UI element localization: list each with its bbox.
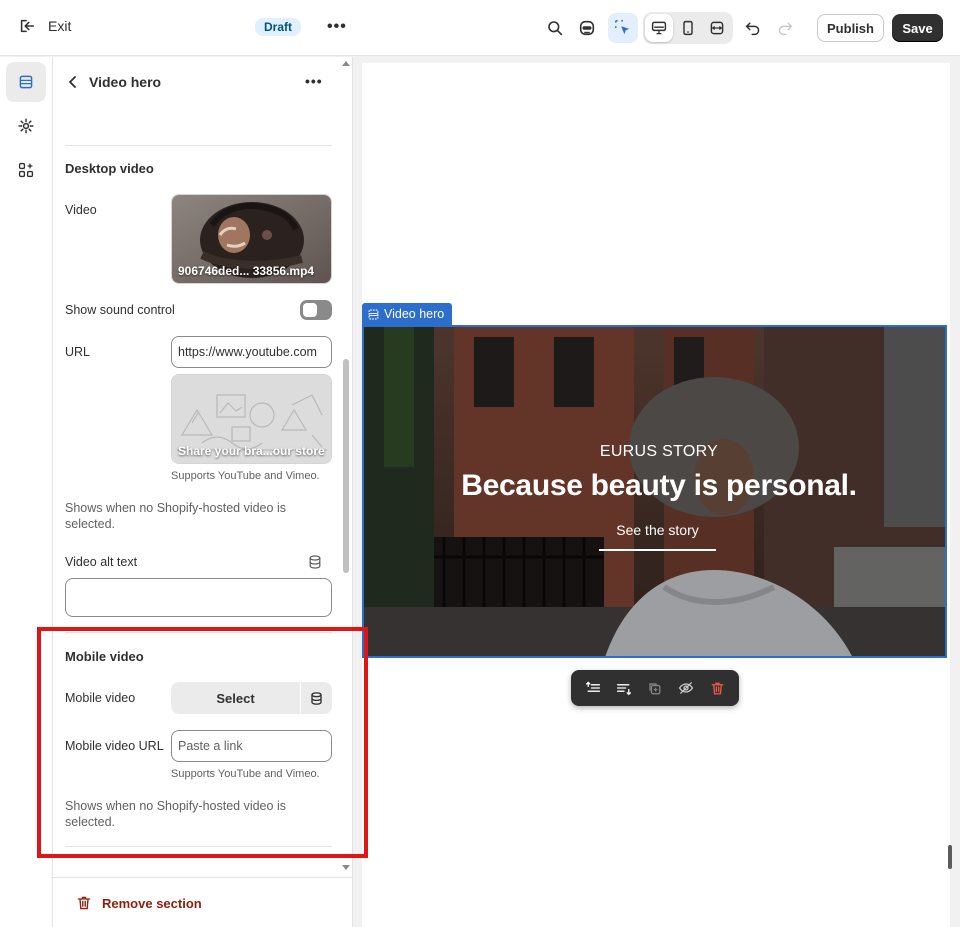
url-preview-caption: Share your bra...our store xyxy=(178,444,325,458)
top-bar: Exit Draft ••• Publish Save xyxy=(0,0,960,56)
eye-off-icon xyxy=(679,681,694,695)
save-button[interactable]: Save xyxy=(892,14,943,42)
move-down-icon xyxy=(616,684,631,696)
move-down-button[interactable] xyxy=(612,676,636,700)
fallback-help-text: Shows when no Shopify-hosted video is se… xyxy=(65,501,286,531)
exit-icon xyxy=(20,19,35,33)
mobile-view-button[interactable] xyxy=(674,14,702,42)
trash-icon xyxy=(711,682,724,694)
mobile-icon xyxy=(683,20,693,36)
mobile-fallback-help-text: Shows when no Shopify-hosted video is se… xyxy=(65,799,286,829)
sound-control-label: Show sound control xyxy=(65,303,175,317)
mobile-dynamic-source-button[interactable] xyxy=(301,682,332,714)
sound-control-toggle[interactable] xyxy=(300,300,332,320)
nav-settings-button[interactable] xyxy=(6,106,46,146)
scroll-thumb[interactable] xyxy=(343,359,349,573)
video-hero-section[interactable]: EURUS STORY Because beauty is personal. … xyxy=(362,325,947,658)
video-filename: 906746ded... 33856.mp4 xyxy=(178,264,315,278)
hero-heading: Because beauty is personal. xyxy=(461,469,857,502)
divider xyxy=(65,632,332,633)
url-label: URL xyxy=(65,345,91,359)
url-video-preview[interactable]: Share your bra...our store xyxy=(171,374,332,464)
redo-button[interactable] xyxy=(771,14,799,42)
divider xyxy=(65,846,332,847)
desktop-view-button[interactable] xyxy=(645,14,673,42)
section-settings-panel: Video hero ••• Desktop video Video 90674… xyxy=(53,57,353,927)
duplicate-icon xyxy=(649,682,661,694)
dynamic-source-icon xyxy=(311,691,322,705)
scroll-up-arrow[interactable] xyxy=(342,61,350,66)
sections-icon xyxy=(19,75,33,89)
hero-link[interactable]: See the story xyxy=(599,522,716,551)
status-badge: Draft xyxy=(255,18,302,36)
apps-icon xyxy=(18,162,34,178)
video-url-input[interactable]: https://www.youtube.com xyxy=(171,336,332,368)
fullwidth-view-button[interactable] xyxy=(703,14,731,42)
toggle-knob xyxy=(303,303,317,317)
panel-more-button[interactable]: ••• xyxy=(305,73,323,89)
left-nav xyxy=(0,57,53,927)
panel-scrollbar[interactable] xyxy=(341,57,352,877)
publish-button[interactable]: Publish xyxy=(817,14,884,42)
remove-section-button[interactable]: Remove section xyxy=(76,895,202,911)
remove-section-label: Remove section xyxy=(102,895,202,911)
hero-subheading: EURUS STORY xyxy=(599,443,719,460)
select-video-button[interactable]: Select xyxy=(171,682,300,714)
mobile-url-placeholder: Paste a link xyxy=(178,739,243,753)
inspector-button[interactable] xyxy=(608,13,638,43)
more-actions-button[interactable]: ••• xyxy=(327,18,347,36)
mobile-url-help-text: Supports YouTube and Vimeo. xyxy=(171,768,320,780)
robot-icon xyxy=(579,20,595,36)
undo-icon xyxy=(745,22,760,36)
section-tag-label: Video hero xyxy=(384,307,445,321)
undo-button[interactable] xyxy=(739,14,767,42)
alt-text-input[interactable] xyxy=(65,578,332,617)
select-cursor-icon xyxy=(615,20,630,35)
hide-button[interactable] xyxy=(674,676,698,700)
url-help-text: Supports YouTube and Vimeo. xyxy=(171,470,320,482)
desktop-video-thumbnail[interactable]: 906746ded... 33856.mp4 xyxy=(171,194,332,284)
mobile-video-label: Mobile video xyxy=(65,691,136,705)
section-tag[interactable]: Video hero xyxy=(362,303,453,325)
search-icon xyxy=(548,21,563,36)
desktop-icon xyxy=(651,21,667,35)
section-toolbar xyxy=(571,670,739,706)
nav-apps-button[interactable] xyxy=(6,150,46,190)
trash-icon xyxy=(77,896,91,910)
panel-header: Video hero ••• xyxy=(53,57,343,107)
remove-section-row: Remove section xyxy=(53,877,352,927)
exit-label: Exit xyxy=(48,18,72,34)
video-label: Video xyxy=(65,203,97,217)
move-up-button[interactable] xyxy=(581,676,605,700)
canvas-scrollbar[interactable] xyxy=(948,845,952,869)
mobile-video-heading: Mobile video xyxy=(65,649,144,664)
section-icon xyxy=(368,309,379,319)
nav-sections-button[interactable] xyxy=(6,62,46,102)
duplicate-button[interactable] xyxy=(643,676,667,700)
device-toggle-group xyxy=(643,12,733,44)
mobile-url-input[interactable]: Paste a link xyxy=(171,730,332,762)
divider xyxy=(65,145,332,146)
dynamic-source-icon[interactable] xyxy=(307,554,323,570)
alt-text-label: Video alt text xyxy=(65,555,138,569)
exit-button[interactable]: Exit xyxy=(18,17,71,35)
ai-assistant-button[interactable] xyxy=(573,14,601,42)
gear-icon xyxy=(18,118,34,134)
panel-title: Video hero xyxy=(89,74,162,90)
delete-button[interactable] xyxy=(705,676,729,700)
mobile-url-label: Mobile video URL xyxy=(65,739,164,753)
search-button[interactable] xyxy=(541,14,569,42)
redo-icon xyxy=(778,22,793,36)
scroll-down-arrow[interactable] xyxy=(342,865,350,870)
expand-icon xyxy=(710,21,724,35)
move-up-icon xyxy=(585,681,600,692)
back-arrow-icon[interactable] xyxy=(65,73,81,91)
desktop-video-heading: Desktop video xyxy=(65,161,154,176)
